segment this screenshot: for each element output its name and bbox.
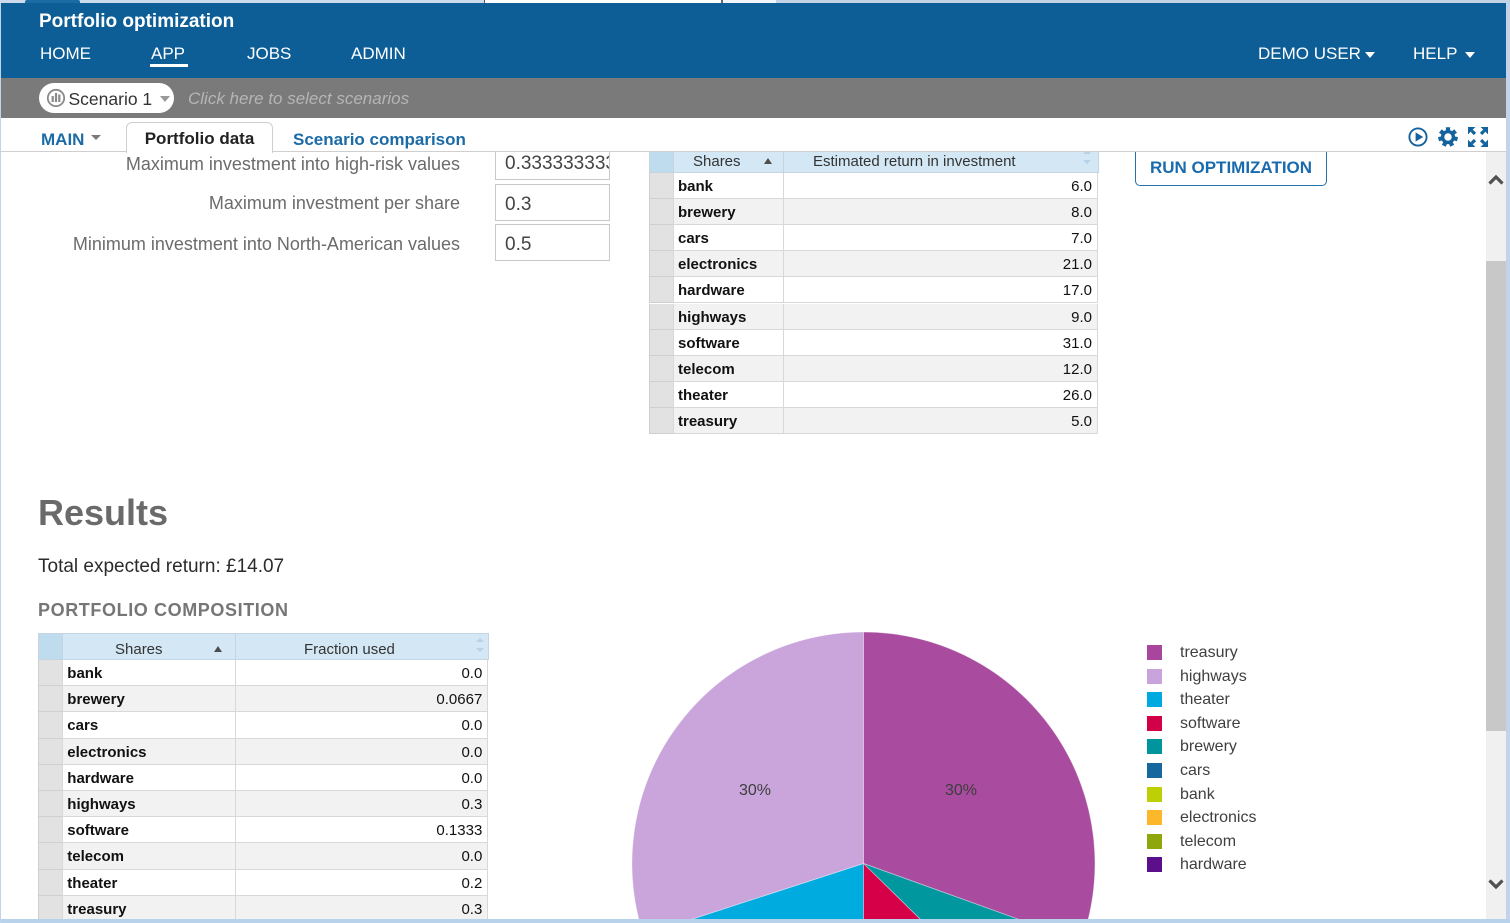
svg-text:30%: 30% [739,782,771,799]
svg-text:30%: 30% [945,782,977,799]
